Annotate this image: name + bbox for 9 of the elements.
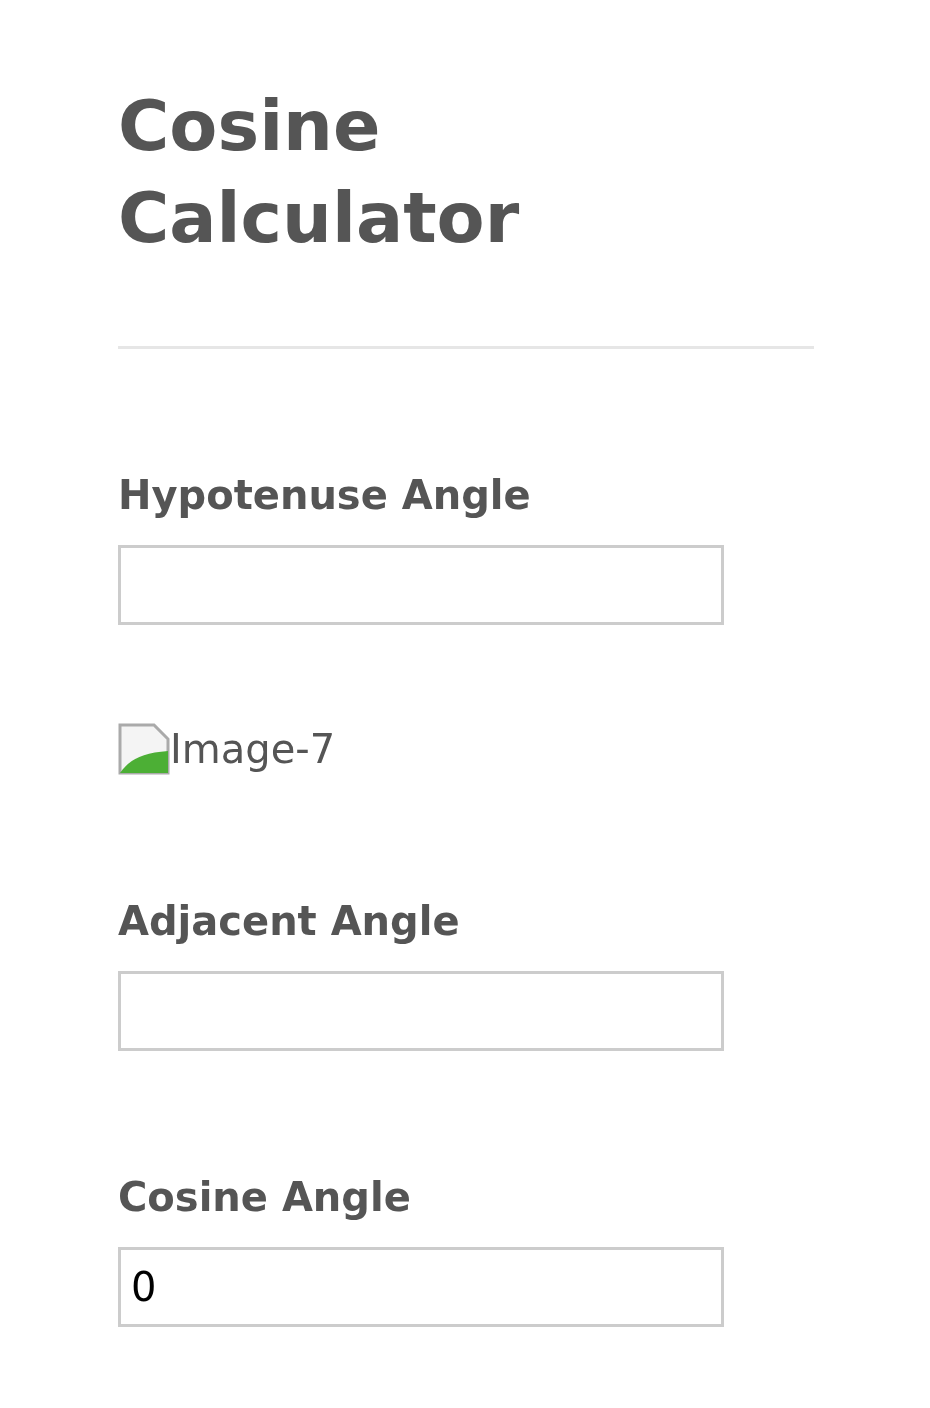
field-label: Hypotenuse Angle [118,471,532,520]
field-label: Cosine Angle [118,1173,412,1222]
input-field[interactable] [118,545,724,625]
image-alt-text: Image-7 [170,726,336,772]
page-title: Cosine Calculator [118,84,521,261]
input-field[interactable]: 0 [118,1247,724,1327]
input-field[interactable] [118,971,724,1051]
broken-image-icon [118,723,170,775]
field-label: Adjacent Angle [118,897,461,946]
